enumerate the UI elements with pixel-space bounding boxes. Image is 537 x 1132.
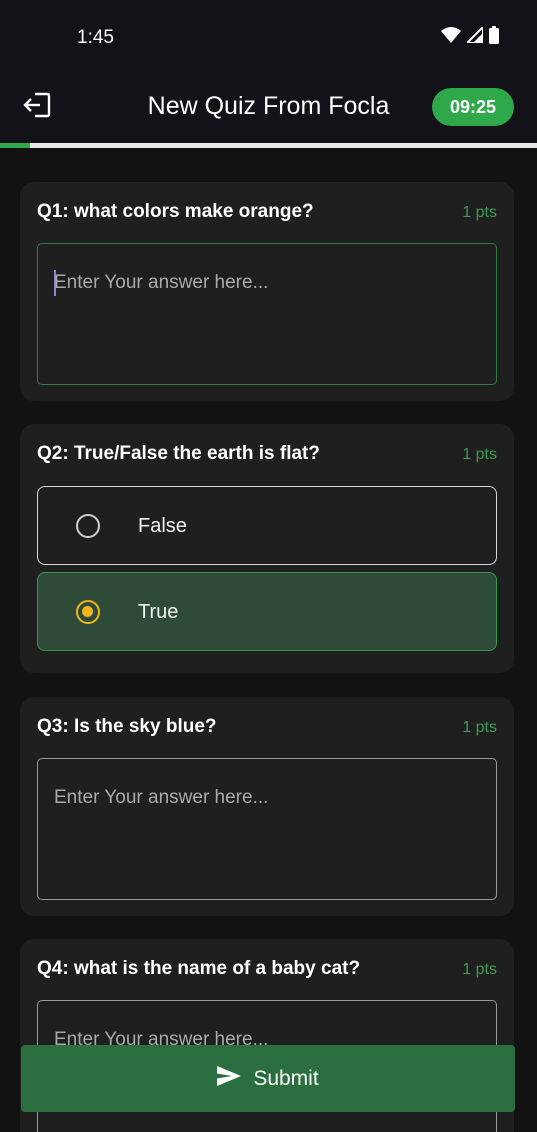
radio-checked-icon	[76, 600, 100, 624]
question-title: Q2: True/False the earth is flat?	[37, 443, 320, 464]
battery-icon	[489, 26, 499, 49]
question-header: Q4: what is the name of a baby cat? 1 pt…	[37, 958, 497, 984]
quiz-content[interactable]: Q1: what colors make orange? 1 pts Enter…	[0, 148, 537, 1132]
option-label: False	[138, 515, 187, 537]
submit-label: Submit	[253, 1066, 319, 1090]
question-card-2: Q2: True/False the earth is flat? 1 pts …	[20, 424, 514, 673]
question-title: Q1: what colors make orange?	[37, 201, 314, 222]
radio-unchecked-icon	[76, 514, 100, 538]
question-points: 1 pts	[462, 204, 497, 221]
question-title: Q3: Is the sky blue?	[37, 716, 217, 737]
option-true[interactable]: True	[37, 572, 497, 651]
send-icon	[217, 1066, 242, 1091]
status-time: 1:45	[77, 27, 114, 48]
question-points: 1 pts	[462, 719, 497, 736]
question-card-3: Q3: Is the sky blue? 1 pts Enter Your an…	[20, 697, 514, 916]
question-header: Q1: what colors make orange? 1 pts	[37, 201, 497, 227]
answer-placeholder: Enter Your answer here...	[54, 787, 269, 808]
wifi-icon	[441, 27, 461, 48]
status-icons	[441, 24, 499, 49]
submit-button[interactable]: Submit	[21, 1045, 515, 1112]
question-title: Q4: what is the name of a baby cat?	[37, 958, 361, 979]
question-points: 1 pts	[462, 961, 497, 978]
app-bar: New Quiz From Focla 09:25	[0, 72, 537, 143]
question-card-1: Q1: what colors make orange? 1 pts Enter…	[20, 182, 514, 401]
question-points: 1 pts	[462, 446, 497, 463]
signal-icon	[464, 24, 484, 48]
timer-badge: 09:25	[432, 88, 514, 126]
option-label: True	[138, 601, 179, 623]
question-header: Q3: Is the sky blue? 1 pts	[37, 716, 497, 742]
answer-input-q3[interactable]: Enter Your answer here...	[37, 758, 497, 900]
question-header: Q2: True/False the earth is flat? 1 pts	[37, 443, 497, 469]
status-bar: 1:45	[0, 0, 537, 72]
answer-input-q1[interactable]: Enter Your answer here...	[37, 243, 497, 385]
answer-placeholder: Enter Your answer here...	[54, 272, 269, 293]
option-false[interactable]: False	[37, 486, 497, 565]
